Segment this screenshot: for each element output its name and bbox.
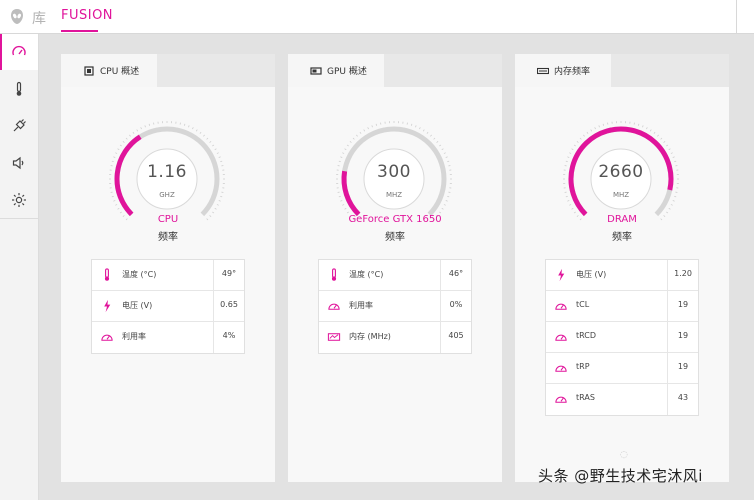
top-bar: 库 FUSION: [0, 0, 754, 34]
panel-tab[interactable]: GPU 概述: [288, 54, 384, 87]
panel-tab[interactable]: 内存频率: [515, 54, 611, 87]
stat-label: 内存 (MHz): [349, 332, 391, 341]
stat-label: tCL: [576, 300, 590, 309]
stat-value: 19: [677, 362, 689, 371]
panel-tab[interactable]: CPU 概述: [61, 54, 157, 87]
active-tab-indicator: [61, 30, 98, 32]
gauge-caption: 频率: [385, 232, 405, 243]
gauge-value: 2660: [598, 162, 644, 182]
panel-tab-label: GPU 概述: [327, 67, 367, 77]
stat-label: 电压 (V): [576, 270, 607, 279]
thermometer-icon: [104, 268, 110, 281]
stats-table: 温度 (°C) 49° 电压 (V) 0.65 利用率 4%: [91, 259, 245, 354]
gauge-unit: MHZ: [612, 191, 630, 199]
panel-header: 内存频率: [515, 54, 729, 87]
stat-row: 温度 (°C) 46°: [319, 260, 471, 291]
stat-value: 1.20: [674, 269, 692, 278]
stat-label: 温度 (°C): [349, 270, 384, 279]
faint-watermark-logo: ◌: [620, 450, 628, 460]
overview-panel: GPU 概述 300 MHZ GeForce GTX 1650 频率 温度 (°…: [288, 54, 502, 482]
gauge-icon: [555, 396, 567, 403]
gauge-icon: [12, 45, 26, 56]
sidebar-item-thermal[interactable]: [0, 71, 38, 107]
lightning-icon: [558, 268, 565, 282]
library-tab[interactable]: 库: [32, 8, 46, 28]
stat-value: 405: [448, 331, 464, 340]
panel-header: CPU 概述: [61, 54, 275, 87]
tab-fusion[interactable]: FUSION: [61, 8, 113, 23]
cpu-chip-icon: [84, 65, 94, 76]
gauge-unit: GHZ: [159, 191, 175, 199]
stat-value: 0%: [449, 300, 463, 309]
stat-row: tRP 19: [546, 353, 698, 384]
stats-table: 温度 (°C) 46° 利用率 0% 内存 (MHz) 405: [318, 259, 472, 354]
stat-row: 内存 (MHz) 405: [319, 322, 471, 353]
thermometer-icon: [331, 268, 337, 281]
device-name: GeForce GTX 1650: [348, 214, 442, 225]
stat-row: tRCD 19: [546, 322, 698, 353]
gauge-icon: [555, 334, 567, 341]
stat-value: 4%: [222, 331, 236, 340]
gauge-caption: 频率: [158, 232, 178, 243]
stat-value: 43: [677, 393, 689, 402]
stat-row: 利用率 0%: [319, 291, 471, 322]
stat-value: 0.65: [220, 300, 238, 309]
gauge-icon: [101, 334, 113, 341]
device-name: DRAM: [607, 214, 637, 225]
power-plug-icon: [13, 119, 26, 132]
stat-value: 46°: [448, 269, 464, 278]
gauge-unit: MHZ: [385, 191, 403, 199]
sidebar-item-power[interactable]: [0, 108, 38, 144]
panel-body: 1.16 GHZ CPU 频率 温度 (°C) 49° 电压 (V) 0.65 …: [61, 87, 275, 482]
panel-tab-label: CPU 概述: [100, 67, 140, 77]
stat-row: 电压 (V) 1.20: [546, 260, 698, 291]
panel-body: 300 MHZ GeForce GTX 1650 频率 温度 (°C) 46° …: [288, 87, 502, 482]
gauge-value: 300: [377, 162, 411, 182]
overview-panel: 内存频率 2660 MHZ DRAM 频率 电压 (V) 1.20 tCL 19…: [515, 54, 729, 482]
gauge-caption: 频率: [612, 232, 632, 243]
alienware-logo-icon: [11, 9, 23, 24]
sidebar-item-lighting[interactable]: [0, 182, 38, 218]
stat-row: 电压 (V) 0.65: [92, 291, 244, 322]
sidebar: [0, 34, 39, 500]
stat-label: tRAS: [576, 393, 595, 402]
stat-label: tRCD: [576, 331, 597, 340]
stat-label: tRP: [576, 362, 590, 371]
stat-label: 电压 (V): [122, 301, 153, 310]
speaker-icon: [12, 156, 24, 170]
stat-row: tCL 19: [546, 291, 698, 322]
panel-body: 2660 MHZ DRAM 频率 电压 (V) 1.20 tCL 19 tRCD: [515, 87, 729, 482]
watermark-text: 头条 @野生技术宅沐风i: [538, 467, 703, 485]
gauge-value: 1.16: [147, 162, 187, 182]
sidebar-item-performance[interactable]: [0, 34, 38, 70]
stat-label: 温度 (°C): [122, 270, 157, 279]
ram-stick-icon: [537, 67, 549, 74]
gauge-icon: [328, 303, 340, 310]
stat-row: 温度 (°C) 49°: [92, 260, 244, 291]
gpu-card-icon: [310, 66, 322, 75]
sidebar-item-audio[interactable]: [0, 145, 38, 181]
overview-panel: CPU 概述 1.16 GHZ CPU 频率 温度 (°C) 49° 电压 (V…: [61, 54, 275, 482]
brightness-icon: [12, 193, 26, 207]
stat-row: 利用率 4%: [92, 322, 244, 353]
gauge-icon: [555, 365, 567, 372]
panel-header: GPU 概述: [288, 54, 502, 87]
sidebar-divider: [0, 218, 38, 219]
topbar-divider: [736, 0, 737, 33]
gauge-icon: [555, 303, 567, 310]
stat-row: tRAS 43: [546, 384, 698, 415]
stat-value: 49°: [221, 269, 237, 278]
memory-icon: [327, 333, 341, 341]
stat-label: 利用率: [349, 301, 373, 310]
stat-value: 19: [677, 300, 689, 309]
stats-table: 电压 (V) 1.20 tCL 19 tRCD 19 tRP 19 tRAS 4…: [545, 259, 699, 416]
stat-label: 利用率: [122, 332, 146, 341]
device-name: CPU: [157, 214, 179, 225]
thermometer-icon: [16, 81, 22, 96]
stat-value: 19: [677, 331, 689, 340]
lightning-icon: [104, 299, 111, 313]
panel-tab-label: 内存频率: [554, 67, 591, 77]
